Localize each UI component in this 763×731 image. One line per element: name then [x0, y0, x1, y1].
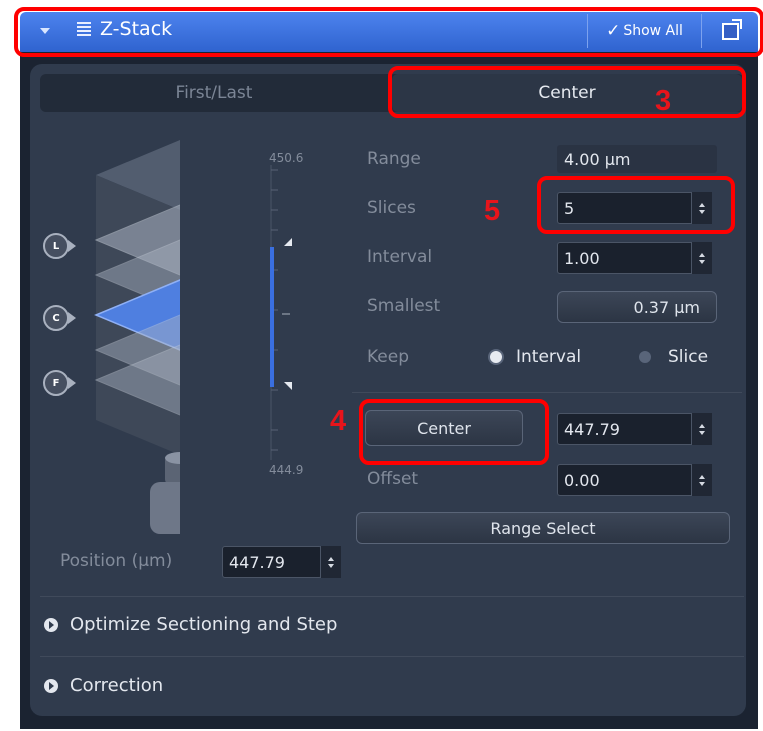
set-last-label: L — [52, 240, 60, 252]
position-input[interactable]: 447.79 — [222, 546, 322, 578]
keep-slice-label[interactable]: Slice — [668, 347, 708, 367]
z-range-scale — [270, 165, 292, 460]
range-value: 4.00 µm — [564, 149, 631, 169]
correction-section-header[interactable]: Correction — [44, 675, 163, 696]
annotation-box-3 — [388, 66, 746, 118]
correction-section-label: Correction — [70, 675, 164, 696]
zstack-illustration — [94, 140, 180, 534]
offset-label: Offset — [367, 469, 419, 489]
keep-label: Keep — [367, 347, 410, 367]
expand-arrow-icon — [44, 678, 58, 693]
expand-arrow-icon — [44, 617, 58, 632]
keep-interval-radio[interactable] — [490, 351, 502, 363]
set-center-button[interactable]: C — [43, 305, 76, 331]
form-divider — [352, 392, 742, 393]
position-stepper[interactable] — [320, 546, 341, 578]
scale-bottom-label: 444.9 — [269, 463, 304, 477]
z-range-bar — [270, 247, 274, 387]
position-label: Position (µm) — [60, 551, 173, 571]
position-value: 447.79 — [229, 552, 285, 572]
smallest-button[interactable]: 0.37 µm — [557, 291, 717, 323]
center-position-stepper[interactable] — [691, 413, 712, 445]
offset-input[interactable]: 0.00 — [557, 464, 697, 496]
scale-top-label: 450.6 — [269, 151, 304, 165]
range-label: Range — [367, 149, 421, 169]
interval-stepper[interactable] — [691, 242, 712, 274]
offset-stepper[interactable] — [691, 464, 712, 496]
section-divider-2 — [40, 656, 744, 657]
center-position-value: 447.79 — [564, 419, 620, 439]
keep-interval-label[interactable]: Interval — [516, 347, 581, 367]
set-last-button[interactable]: L — [43, 233, 76, 259]
annotation-number-5: 5 — [484, 195, 501, 227]
section-divider-1 — [40, 596, 744, 597]
slices-label: Slices — [367, 198, 416, 218]
range-select-button[interactable]: Range Select — [356, 512, 730, 544]
keep-slice-radio[interactable] — [639, 351, 651, 363]
interval-input[interactable]: 1.00 — [557, 242, 697, 274]
annotation-box-5 — [537, 176, 735, 234]
interval-label: Interval — [367, 247, 433, 267]
interval-value: 1.00 — [564, 248, 600, 268]
range-value-field: 4.00 µm — [557, 145, 717, 173]
optimize-section-header[interactable]: Optimize Sectioning and Step — [44, 614, 337, 635]
annotation-box-header — [14, 7, 763, 57]
range-top-marker — [284, 238, 292, 246]
optimize-section-label: Optimize Sectioning and Step — [70, 614, 338, 635]
set-first-label: F — [52, 377, 60, 389]
annotation-box-4 — [359, 399, 549, 465]
set-first-button[interactable]: F — [43, 370, 76, 396]
set-center-label: C — [52, 312, 60, 324]
center-position-input[interactable]: 447.79 — [557, 413, 697, 445]
range-bottom-marker — [284, 382, 292, 390]
offset-value: 0.00 — [564, 470, 600, 490]
annotation-number-3: 3 — [655, 85, 672, 117]
annotation-number-4: 4 — [330, 405, 347, 437]
smallest-button-label: 0.37 µm — [633, 297, 700, 317]
smallest-label: Smallest — [367, 296, 441, 316]
range-select-label: Range Select — [490, 518, 596, 538]
tab-first-last[interactable]: First/Last — [42, 76, 386, 110]
